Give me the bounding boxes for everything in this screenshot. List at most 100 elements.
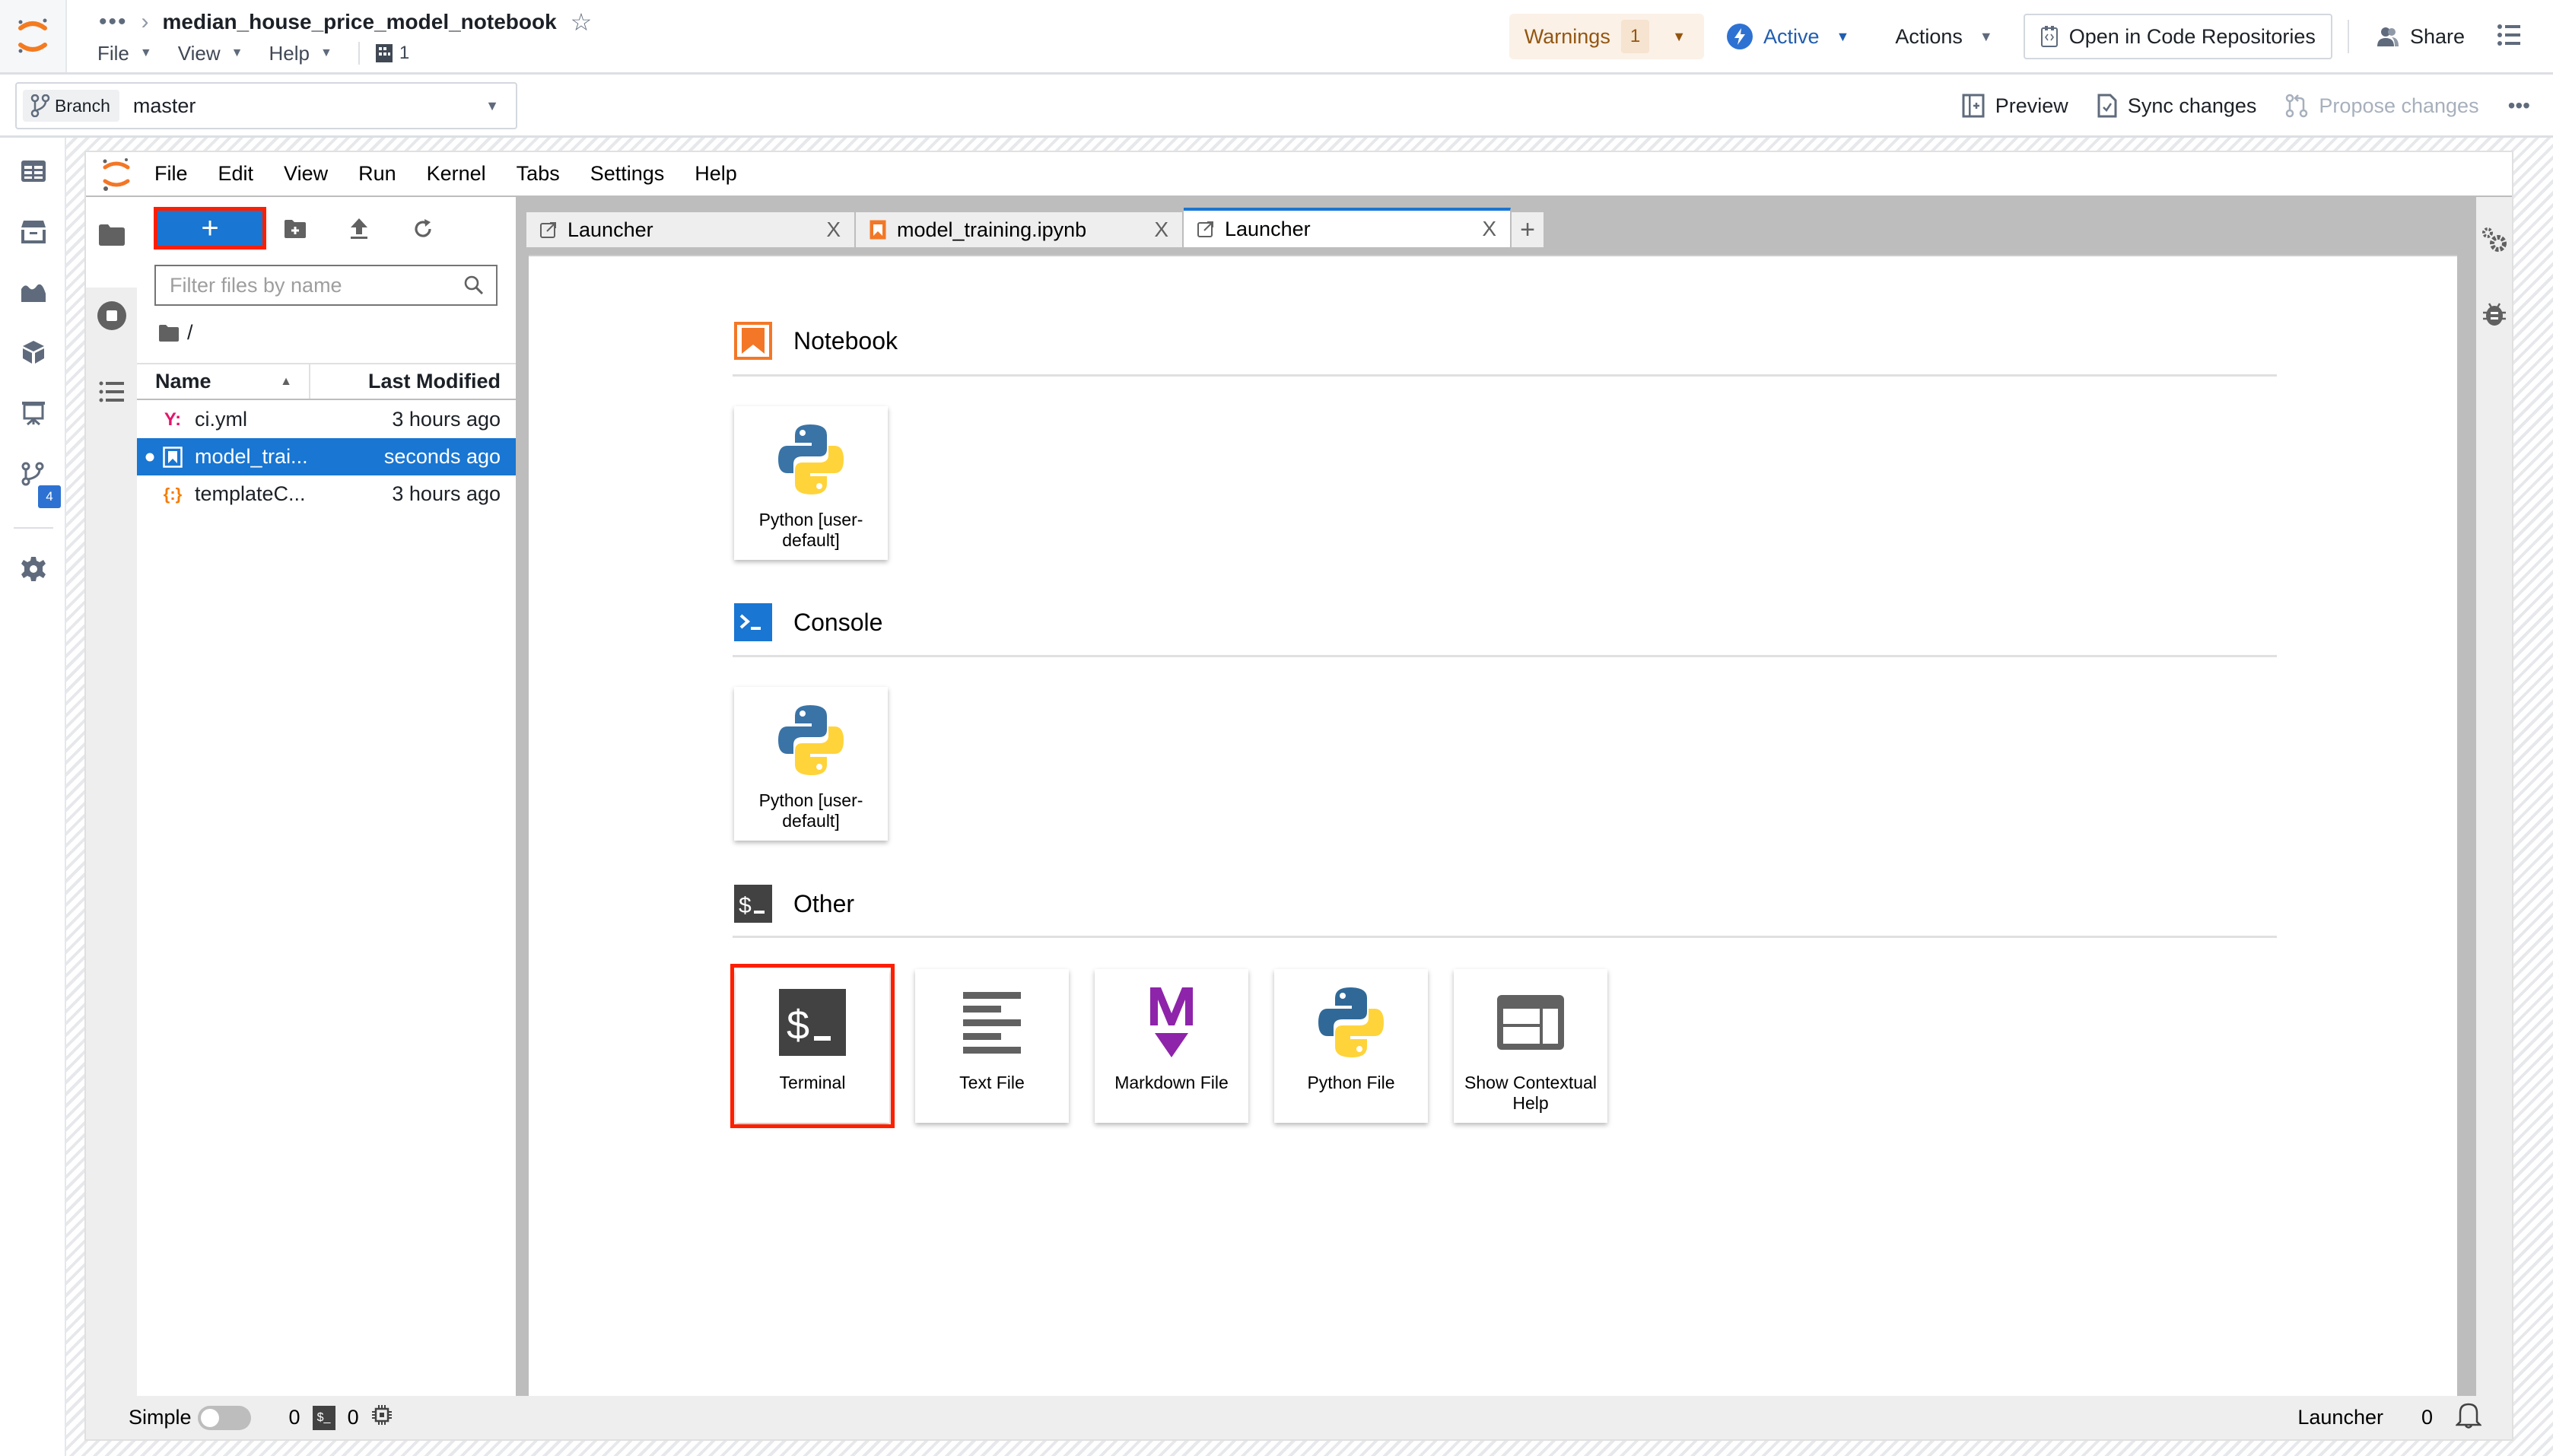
jupyter-menu-tabs[interactable]: Tabs xyxy=(517,162,560,186)
activity-toc[interactable] xyxy=(97,377,127,407)
branch-select[interactable]: Branch master ▼ xyxy=(15,82,517,129)
caret-down-icon: ▼ xyxy=(1672,28,1687,44)
breadcrumb: ••• › median_house_price_model_notebook … xyxy=(99,6,592,38)
kernel-count[interactable]: 0 xyxy=(289,1406,300,1429)
jupyter-menu-file[interactable]: File xyxy=(154,162,188,186)
terminal-count[interactable]: 0 xyxy=(348,1406,359,1429)
menu-view[interactable]: View ▼ xyxy=(178,42,243,65)
star-icon[interactable]: ☆ xyxy=(571,8,593,37)
status-active-button[interactable]: Active ▼ xyxy=(1727,24,1849,49)
rail-presentations[interactable] xyxy=(18,398,49,428)
current-path[interactable]: / xyxy=(187,321,193,345)
jupyter-menu-view[interactable]: View xyxy=(284,162,328,186)
main-dock-area: Launcher X model_training.ipynb X Launch… xyxy=(517,197,2468,1396)
tab-launcher-2-active[interactable]: Launcher X xyxy=(1184,208,1511,247)
rail-charts[interactable] xyxy=(18,278,49,308)
menu-help[interactable]: Help ▼ xyxy=(269,42,332,65)
more-options-button[interactable]: ••• xyxy=(2508,94,2530,118)
launcher-card-python-file[interactable]: Python File xyxy=(1274,969,1428,1123)
activity-file-browser[interactable] xyxy=(97,220,127,250)
console-section-icon xyxy=(734,603,772,641)
sync-changes-button[interactable]: Sync changes xyxy=(2097,94,2256,118)
app-logo[interactable] xyxy=(0,0,67,72)
jupyter-statusbar: Simple 0 $_ 0 Launcher 0 xyxy=(86,1396,2512,1439)
close-tab-icon[interactable]: X xyxy=(826,218,841,242)
caret-down-icon: ▼ xyxy=(231,46,243,59)
menu-file-label: File xyxy=(97,41,129,65)
filter-files-input[interactable] xyxy=(154,265,498,306)
launcher-card-console-python[interactable]: Python [user-default] xyxy=(734,687,888,841)
launcher-card-terminal[interactable]: $ Terminal xyxy=(730,964,895,1128)
list-menu-button[interactable] xyxy=(2497,24,2521,50)
divider xyxy=(2347,20,2349,53)
rail-settings[interactable] xyxy=(18,554,49,584)
launcher-card-text-file[interactable]: Text File xyxy=(915,969,1069,1123)
chevron-right-icon: › xyxy=(141,9,149,34)
jupyter-logo-icon xyxy=(103,157,130,191)
file-row[interactable]: Y: ci.yml 3 hours ago xyxy=(137,401,516,438)
rail-version-control[interactable] xyxy=(18,459,49,489)
folder-icon[interactable] xyxy=(158,324,180,342)
close-tab-icon[interactable]: X xyxy=(1154,218,1168,242)
launcher-card-notebook-python[interactable]: Python [user-default] xyxy=(734,406,888,560)
cpu-chip-icon[interactable] xyxy=(371,1404,393,1431)
property-inspector-button[interactable] xyxy=(2481,226,2508,257)
jupyter-menu-help[interactable]: Help xyxy=(695,162,737,186)
project-indicator[interactable]: 1 xyxy=(375,43,409,64)
propose-changes-button[interactable]: Propose changes xyxy=(2285,94,2479,118)
add-tab-button[interactable]: + xyxy=(1512,212,1544,247)
header-actions: Warnings 1 ▼ Active ▼ Actions ▼ Open in … xyxy=(1509,12,2553,61)
section-title: Other xyxy=(793,889,855,917)
close-tab-icon[interactable]: X xyxy=(1482,217,1496,241)
column-header-modified[interactable]: Last Modified xyxy=(310,370,516,393)
caret-down-icon: ▼ xyxy=(1979,28,1993,44)
launcher-card-markdown-file[interactable]: Markdown File xyxy=(1095,969,1248,1123)
tab-label: Launcher xyxy=(568,218,653,241)
jupyter-menu-kernel[interactable]: Kernel xyxy=(427,162,486,186)
breadcrumb-more-button[interactable]: ••• xyxy=(99,9,128,35)
cube-icon xyxy=(23,341,44,364)
open-in-code-repositories-button[interactable]: Open in Code Repositories xyxy=(2023,14,2332,59)
more-icon: ••• xyxy=(2507,94,2530,117)
new-launcher-button[interactable]: + xyxy=(154,207,266,250)
notification-count: 0 xyxy=(2421,1406,2433,1429)
app-header: ••• › median_house_price_model_notebook … xyxy=(0,0,2553,75)
stop-circle-icon xyxy=(97,301,126,330)
jupyter-menu-run[interactable]: Run xyxy=(358,162,396,186)
tab-launcher-1[interactable]: Launcher X xyxy=(526,212,855,247)
refresh-button[interactable] xyxy=(409,217,437,241)
open-repo-label: Open in Code Repositories xyxy=(2068,24,2316,48)
notifications-button[interactable] xyxy=(2454,1401,2483,1434)
upload-button[interactable] xyxy=(345,217,373,241)
tab-model-training[interactable]: model_training.ipynb X xyxy=(856,212,1183,247)
filter-files-field[interactable] xyxy=(156,273,463,297)
branch-tag-label: Branch xyxy=(55,95,110,116)
share-button[interactable]: Share xyxy=(2377,25,2465,49)
activity-running[interactable] xyxy=(97,300,127,331)
file-row[interactable]: {:} templateC... 3 hours ago xyxy=(137,475,516,513)
section-divider xyxy=(733,936,2277,938)
jupyter-menu-edit[interactable]: Edit xyxy=(218,162,254,186)
divider xyxy=(358,42,360,65)
document-check-icon xyxy=(2097,94,2117,118)
column-header-name[interactable]: Name ▲ xyxy=(137,364,310,399)
project-count: 1 xyxy=(399,43,410,63)
left-rail: 4 xyxy=(0,138,66,1456)
jupyter-menu-settings[interactable]: Settings xyxy=(590,162,665,186)
rail-models[interactable] xyxy=(18,337,49,367)
menu-file[interactable]: File ▼ xyxy=(97,42,152,65)
debugger-button[interactable] xyxy=(2482,300,2507,330)
actions-menu-button[interactable]: Actions ▼ xyxy=(1895,25,1992,49)
launcher-card-contextual-help[interactable]: Show Contextual Help xyxy=(1454,969,1607,1123)
file-row-selected[interactable]: model_trai... seconds ago xyxy=(137,438,516,475)
simple-mode-label: Simple xyxy=(129,1406,192,1429)
preview-button[interactable]: Preview xyxy=(1962,94,2068,118)
markdown-icon xyxy=(1132,983,1211,1062)
card-label: Markdown File xyxy=(1114,1073,1229,1092)
rail-archive[interactable] xyxy=(18,217,49,247)
simple-mode-toggle[interactable] xyxy=(197,1405,251,1430)
warnings-button[interactable]: Warnings 1 ▼ xyxy=(1509,14,1705,59)
people-icon xyxy=(2377,27,2399,46)
rail-datasets[interactable] xyxy=(18,156,49,186)
new-folder-button[interactable] xyxy=(281,217,309,241)
